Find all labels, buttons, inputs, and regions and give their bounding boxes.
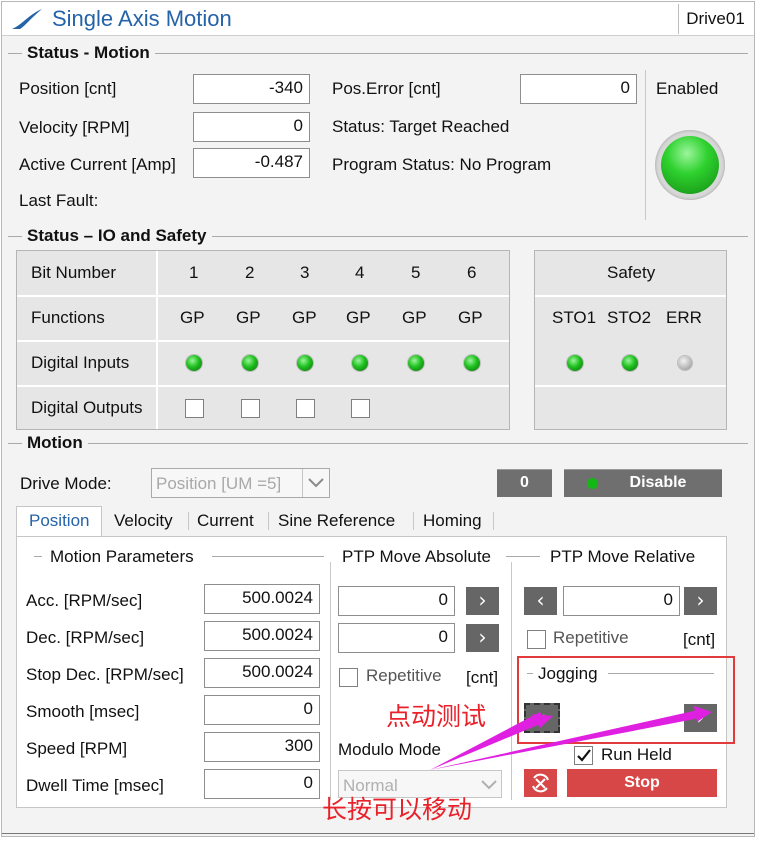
annotation-arrows xyxy=(430,706,712,770)
